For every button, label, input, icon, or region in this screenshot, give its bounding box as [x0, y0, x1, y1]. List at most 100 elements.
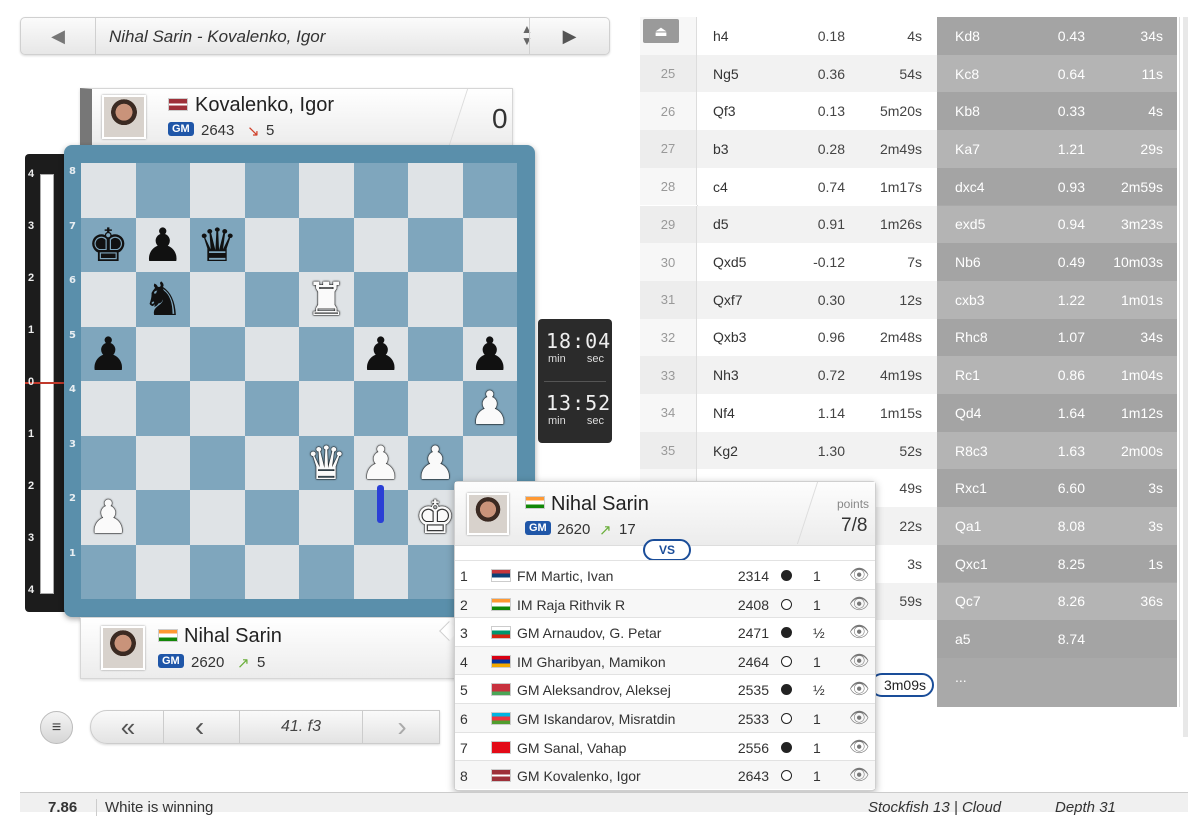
black-knight-icon[interactable]: ♞ — [142, 276, 183, 322]
black-move[interactable]: Kd8 — [955, 28, 980, 44]
board-square-c4[interactable] — [190, 381, 245, 436]
board-square-g4[interactable] — [408, 381, 463, 436]
move-row[interactable]: 25 Ng5 0.36 54s Kc8 0.64 11s — [640, 54, 1180, 93]
white-move[interactable]: Qxd5 — [713, 254, 746, 270]
black-move[interactable]: Kc8 — [955, 66, 979, 82]
board-square-e6[interactable]: ♜ — [299, 272, 354, 327]
white-move[interactable]: c4 — [713, 179, 728, 195]
board-square-d6[interactable] — [244, 272, 299, 327]
board-square-a6[interactable]: 6 — [69, 272, 136, 327]
move-row[interactable]: 29 d5 0.91 1m26s exd5 0.94 3m23s — [640, 205, 1180, 244]
white-move[interactable]: Qxb3 — [713, 329, 746, 345]
board-square-h5[interactable]: ♟ — [462, 326, 517, 381]
white-pawn-icon[interactable]: ♟ — [415, 440, 456, 486]
move-row[interactable]: 32 Qxb3 0.96 2m48s Rhc8 1.07 34s — [640, 318, 1180, 357]
eye-icon[interactable]: 👁 — [849, 622, 869, 642]
previous-move-button[interactable]: ‹ — [163, 711, 235, 743]
move-row[interactable]: 33 Nh3 0.72 4m19s Rc1 0.86 1m04s — [640, 356, 1180, 394]
white-move[interactable]: Kg2 — [713, 443, 738, 459]
board-square-f8[interactable] — [353, 163, 408, 218]
move-row[interactable]: 30 Qxd5 -0.12 7s Nb6 0.49 10m03s — [640, 243, 1180, 281]
board-square-a8[interactable]: 8 — [69, 163, 136, 218]
black-move[interactable]: Qc7 — [955, 593, 981, 609]
move-row[interactable]: 24h40.184sKd80.4334s — [640, 17, 1180, 55]
board-square-e4[interactable] — [299, 381, 354, 436]
black-move[interactable]: Nb6 — [955, 254, 981, 270]
board-square-e8[interactable] — [299, 163, 354, 218]
eye-icon[interactable]: 👁 — [849, 594, 869, 614]
move-row[interactable]: 26 Qf3 0.13 5m20s Kb8 0.33 4s — [640, 92, 1180, 131]
white-king-icon[interactable]: ♚ — [415, 494, 456, 540]
white-move[interactable]: Qxf7 — [713, 292, 743, 308]
white-move[interactable]: Qf3 — [713, 103, 736, 119]
black-move[interactable]: exd5 — [955, 216, 985, 232]
eye-icon[interactable]: 👁 — [849, 651, 869, 671]
board-square-h8[interactable] — [462, 163, 517, 218]
board-square-d2[interactable] — [244, 490, 299, 545]
black-move[interactable]: R8c3 — [955, 443, 988, 459]
board-square-c5[interactable] — [190, 326, 245, 381]
white-queen-icon[interactable]: ♛ — [306, 440, 347, 486]
white-move[interactable]: b3 — [713, 141, 729, 157]
board-square-b1[interactable] — [135, 544, 190, 599]
board-square-a1[interactable]: 1 — [69, 544, 136, 599]
opponent-row[interactable]: 1 FM Martic, Ivan 2314 1 👁 — [455, 560, 875, 589]
board-square-e7[interactable] — [299, 217, 354, 272]
black-move[interactable]: Qd4 — [955, 405, 981, 421]
board-square-a4[interactable]: 4 — [69, 381, 136, 436]
board-square-e2[interactable] — [299, 490, 354, 545]
eye-icon[interactable]: 👁 — [849, 708, 869, 728]
board-square-f4[interactable] — [353, 381, 408, 436]
white-move[interactable]: d5 — [713, 216, 729, 232]
white-pawn-icon[interactable]: ♟ — [360, 440, 401, 486]
black-move[interactable]: Qxc1 — [955, 556, 988, 572]
black-move[interactable]: Rxc1 — [955, 480, 987, 496]
eye-icon[interactable]: 👁 — [849, 737, 869, 757]
board-square-e1[interactable] — [299, 544, 354, 599]
black-king-icon[interactable]: ♚ — [88, 222, 129, 268]
black-move[interactable]: a5 — [955, 631, 971, 647]
white-pawn-icon[interactable]: ♟ — [469, 385, 510, 431]
move-row[interactable]: 28 c4 0.74 1m17s dxc4 0.93 2m59s — [640, 167, 1180, 206]
board-square-d3[interactable] — [244, 435, 299, 490]
black-pawn-icon[interactable]: ♟ — [469, 331, 510, 377]
board-square-d5[interactable] — [244, 326, 299, 381]
board-square-b5[interactable] — [135, 326, 190, 381]
black-move[interactable]: ... — [955, 669, 967, 685]
board-square-a7[interactable]: ♚ 7 — [69, 217, 136, 272]
board-square-c1[interactable] — [190, 544, 245, 599]
black-move[interactable]: cxb3 — [955, 292, 985, 308]
board-square-c2[interactable] — [190, 490, 245, 545]
white-move[interactable]: Nf4 — [713, 405, 735, 421]
black-move[interactable]: dxc4 — [955, 179, 985, 195]
board-square-d4[interactable] — [244, 381, 299, 436]
black-move[interactable]: Qa1 — [955, 518, 981, 534]
board-square-a2[interactable]: ♟ 2 — [69, 490, 136, 545]
black-pawn-icon[interactable]: ♟ — [360, 331, 401, 377]
white-move[interactable]: h4 — [713, 28, 729, 44]
board-square-g8[interactable] — [408, 163, 463, 218]
board-square-g6[interactable] — [408, 272, 463, 327]
next-move-button[interactable]: › — [367, 711, 437, 743]
move-row[interactable]: 34 Nf4 1.14 1m15s Qd4 1.64 1m12s — [640, 394, 1180, 432]
opponent-row[interactable]: 4 IM Gharibyan, Mamikon 2464 1 👁 — [455, 645, 875, 675]
opponent-row[interactable]: 7 GM Sanal, Vahap 2556 1 👁 — [455, 731, 875, 761]
menu-button[interactable]: ≡ — [40, 711, 73, 744]
board-square-b2[interactable] — [135, 490, 190, 545]
chess-board[interactable]: 8♚7♟♛6♞♜♟5♟♟4♟3♛♟♟♟2♚1ABCDEFGH — [69, 163, 517, 631]
opponent-row[interactable]: 2 IM Raja Rithvik R 2408 1 👁 — [455, 588, 875, 618]
opponent-row[interactable]: 3 GM Arnaudov, G. Petar 2471 ½ 👁 — [455, 617, 875, 646]
board-square-c7[interactable]: ♛ — [190, 217, 245, 272]
black-pawn-icon[interactable]: ♟ — [142, 222, 183, 268]
moves-scrollbar[interactable] — [1183, 17, 1188, 737]
eye-icon[interactable]: 👁 — [849, 565, 869, 585]
board-square-f6[interactable] — [353, 272, 408, 327]
opponent-row[interactable]: 8 GM Kovalenko, Igor 2643 1 👁 — [455, 760, 875, 789]
game-selector[interactable]: ◀ Nihal Sarin - Kovalenko, Igor ▲ ▼ ▶ — [20, 17, 610, 55]
board-square-b7[interactable]: ♟ — [135, 217, 190, 272]
black-pawn-icon[interactable]: ♟ — [88, 331, 129, 377]
board-square-a5[interactable]: ♟ 5 — [69, 326, 136, 381]
board-square-g7[interactable] — [408, 217, 463, 272]
board-square-c3[interactable] — [190, 435, 245, 490]
white-pawn-icon[interactable]: ♟ — [88, 494, 129, 540]
